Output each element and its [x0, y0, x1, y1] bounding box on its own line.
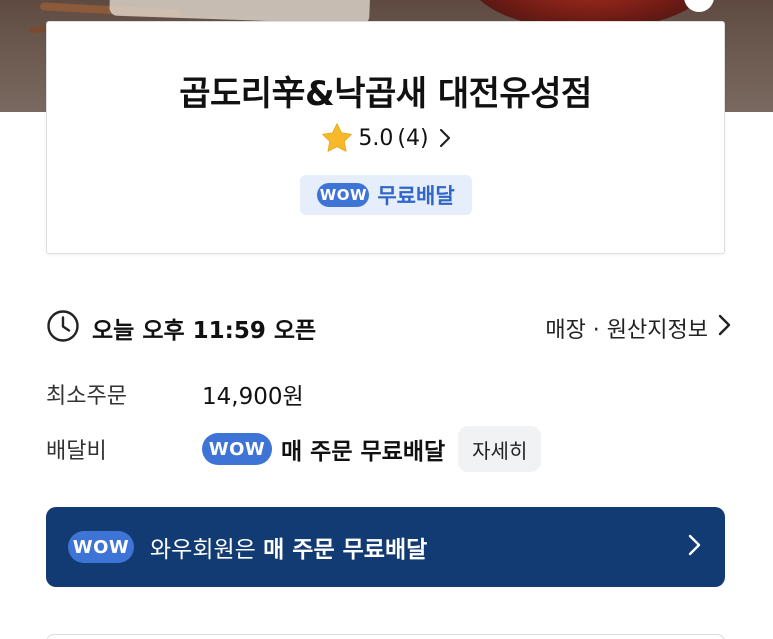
- store-name: 곱도리辛&낙곱새 대전유성점: [179, 74, 592, 114]
- free-delivery-label: 무료배달: [377, 184, 455, 208]
- wow-badge: WOW: [202, 433, 272, 465]
- banner-text: 와우회원은 매 주문 무료배달: [150, 530, 688, 564]
- min-order-row: 최소주문 14,900원: [46, 376, 304, 412]
- rating-link[interactable]: 5.0 (4): [47, 122, 724, 154]
- chevron-right-icon: [688, 534, 701, 560]
- delivery-fee-label: 배달비: [46, 439, 107, 464]
- hours-row: 오늘 오후 11:59 오픈 매장 · 원산지정보: [46, 310, 731, 346]
- opening-hours: 오늘 오후 11:59 오픈: [92, 318, 317, 344]
- details-button[interactable]: 자세히: [458, 426, 542, 472]
- wow-badge: WOW: [68, 531, 134, 563]
- chevron-right-icon: [718, 314, 731, 342]
- banner-highlight: 매 주문 무료배달: [263, 537, 428, 563]
- wow-badge: WOW: [317, 183, 370, 207]
- rating-value: 5.0: [358, 125, 394, 151]
- min-order-value: 14,900원: [202, 384, 304, 410]
- next-section-edge: [46, 634, 725, 639]
- store-origin-info-label: 매장 · 원산지정보: [545, 318, 708, 343]
- clock-icon: [46, 309, 80, 347]
- delivery-fee-value: 매 주문 무료배달: [281, 439, 446, 465]
- star-icon: [320, 122, 354, 154]
- wow-free-delivery-chip: WOW 무료배달: [300, 175, 472, 215]
- wow-membership-banner[interactable]: WOW 와우회원은 매 주문 무료배달: [46, 507, 725, 587]
- chevron-right-icon: [439, 128, 451, 148]
- banner-prefix: 와우회원은: [150, 537, 256, 563]
- review-count: (4): [397, 125, 429, 151]
- store-info-card: 곱도리辛&낙곱새 대전유성점 5.0 (4) WOW 무료배달: [46, 21, 725, 254]
- min-order-label: 최소주문: [46, 384, 127, 409]
- store-origin-info-link[interactable]: 매장 · 원산지정보: [545, 312, 731, 344]
- delivery-fee-row: 배달비 WOW 매 주문 무료배달 자세히: [46, 426, 542, 472]
- hero-button-edge[interactable]: [684, 0, 714, 12]
